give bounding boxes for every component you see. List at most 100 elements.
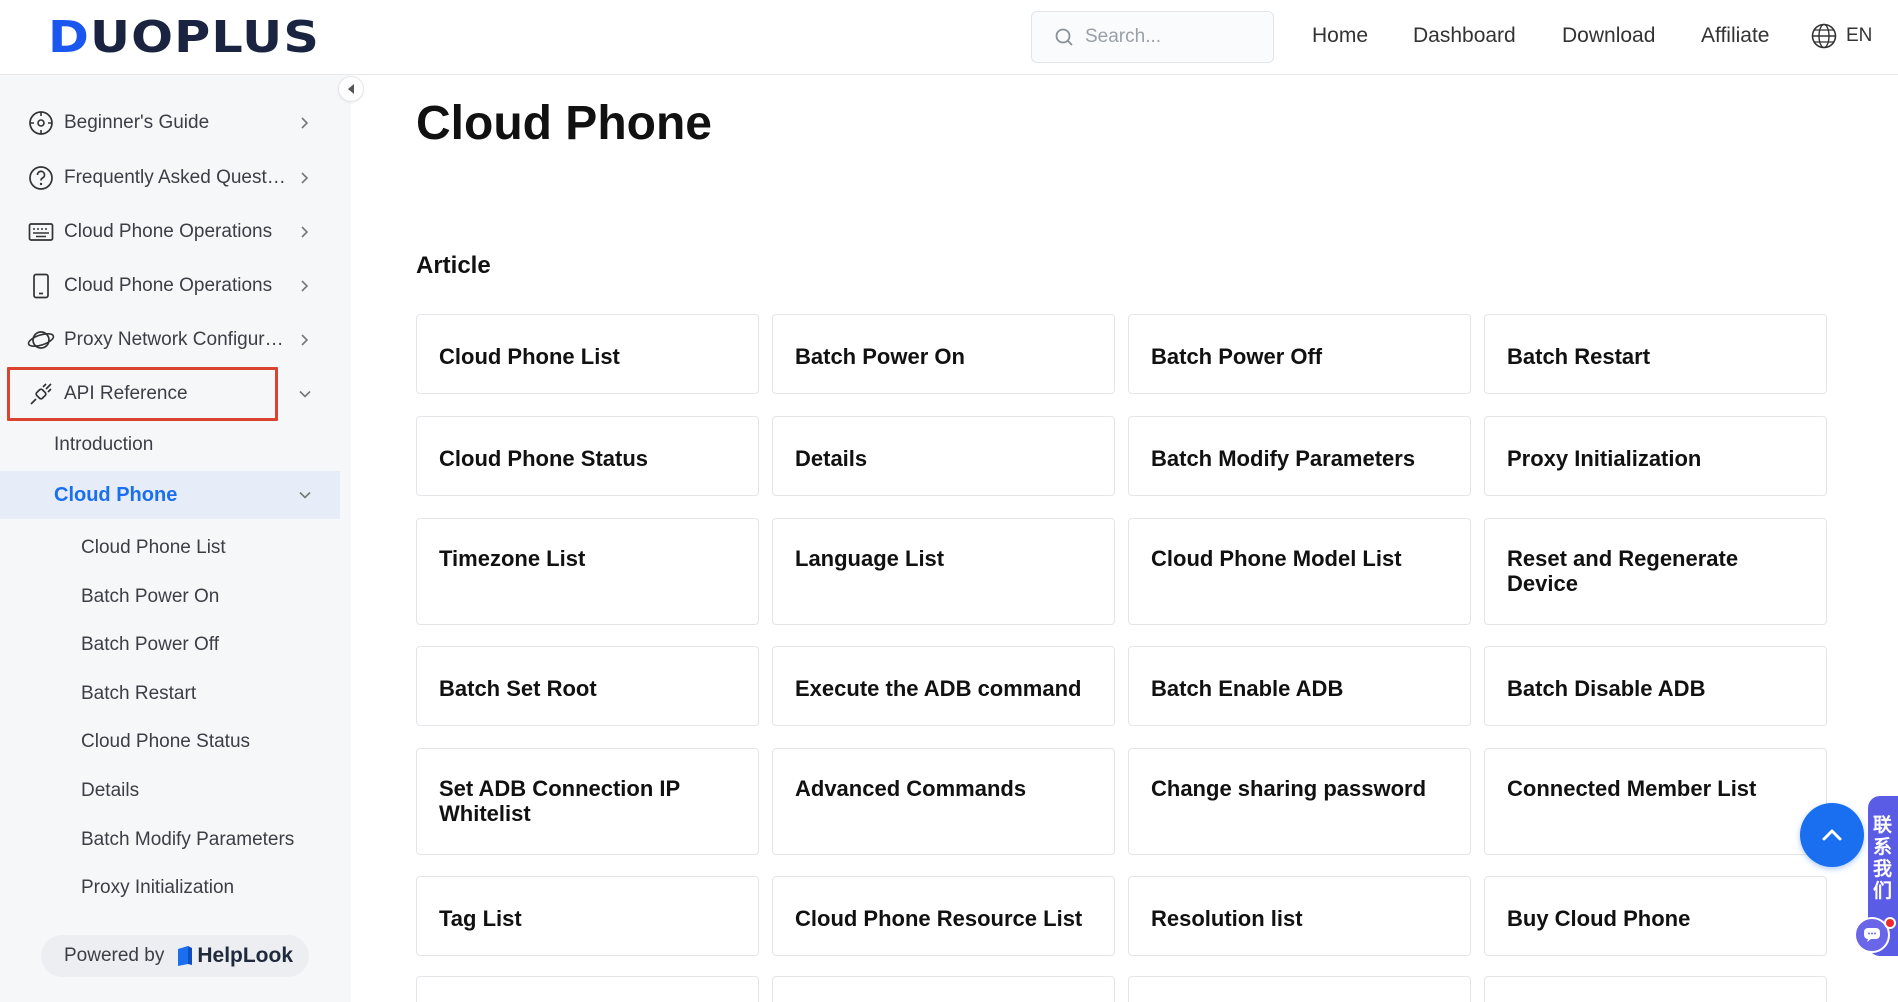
nav-home[interactable]: Home [1312,24,1368,48]
sidebar-item-proxy-network[interactable]: Proxy Network Configuration [0,317,340,363]
article-card[interactable]: Language List [772,518,1115,625]
article-card[interactable]: Reset and Regenerate Device [1484,518,1827,625]
nav-download[interactable]: Download [1562,24,1655,48]
sidebar-item-faq[interactable]: Frequently Asked Questions [0,155,340,201]
article-card-title: Batch Modify Parameters [1151,446,1416,471]
article-card-title: Details [795,446,868,471]
sidebar-item-cloud-phone-operations-mobile[interactable]: Cloud Phone Operations [0,263,340,309]
powered-by-label: Powered by [64,945,165,966]
article-card[interactable]: Advanced Commands [772,748,1115,855]
sidebar-item-label: Frequently Asked Questions [64,167,286,188]
article-card-title: Cloud Phone Resource List [795,906,1083,931]
article-card[interactable]: Proxy Initialization [1484,416,1827,496]
article-card-title: Timezone List [439,546,586,571]
article-card-title: Batch Restart [1507,344,1651,369]
article-card[interactable]: Cloud Phone List [416,314,759,394]
duoplus-logo[interactable]: DUOPLUS [48,11,319,63]
top-header: DUOPLUS Search... Home Dashboard Downloa… [0,0,1898,75]
nav-affiliate[interactable]: Affiliate [1701,24,1770,48]
sidebar-item-cloud-phone-operations-desktop[interactable]: Cloud Phone Operations [0,209,340,255]
article-card[interactable]: Batch Disable ADB [1484,646,1827,726]
article-card[interactable]: Cloud Phone Model List [1128,518,1471,625]
sidebar-sub-introduction[interactable]: Introduction [0,421,340,469]
article-card-title: Execute the ADB command [795,676,1082,701]
article-card[interactable]: Connected Member List [1484,748,1827,855]
globe-icon [1811,23,1837,49]
sidebar-item-beginners-guide[interactable]: Beginner's Guide [0,100,340,146]
logo-first-letter: D [48,11,91,63]
article-card[interactable]: Details [772,416,1115,496]
article-card[interactable]: Batch Power On [772,314,1115,394]
article-card-title: Batch Disable ADB [1507,676,1706,701]
article-card[interactable]: Cloud Phone Status [416,416,759,496]
sidebar-leaf-cloud-phone-list[interactable]: Cloud Phone List [81,537,226,559]
section-title-article: Article [416,252,491,279]
scroll-to-top-button[interactable] [1800,803,1864,867]
article-card[interactable]: Buy Cloud Phone [1484,876,1827,956]
chat-icon [1864,928,1880,942]
article-card-title: Buy Cloud Phone [1507,906,1691,931]
contact-us-label: 联系我们 [1873,814,1893,902]
article-card-partial[interactable] [1484,976,1827,1002]
search-box[interactable]: Search... [1031,11,1274,63]
article-card-title: Cloud Phone Status [439,446,648,471]
article-card[interactable]: Timezone List [416,518,759,625]
sidebar-item-label: Cloud Phone Operations [64,275,273,296]
api-reference-highlight [7,367,278,421]
article-card[interactable]: Batch Enable ADB [1128,646,1471,726]
sidebar-sub-label: Cloud Phone [54,483,178,506]
language-label: EN [1846,25,1873,46]
article-card[interactable]: Change sharing password [1128,748,1471,855]
helplook-logo: HelpLook [176,944,293,968]
planet-icon [27,326,55,354]
sidebar-leaf-cloud-phone-status[interactable]: Cloud Phone Status [81,731,250,753]
helplook-brand: HelpLook [197,944,294,967]
article-card-title: Language List [795,546,945,571]
sidebar-collapse-button[interactable] [338,76,364,102]
notification-dot [1884,917,1896,929]
article-card[interactable]: Execute the ADB command [772,646,1115,726]
chevron-right-icon [301,334,309,346]
sidebar-leaf-batch-power-on[interactable]: Batch Power On [81,586,219,608]
sidebar-leaf-batch-power-off[interactable]: Batch Power Off [81,634,219,656]
logo-rest: UOPLUS [90,11,320,63]
chevron-right-icon [301,280,309,292]
sidebar-sub-cloud-phone[interactable]: Cloud Phone [0,471,340,519]
phone-icon [27,272,55,300]
article-card-title: Cloud Phone Model List [1151,546,1402,571]
sidebar-leaf-details[interactable]: Details [81,780,139,802]
caret-left-icon [348,84,354,94]
sidebar-leaf-batch-modify-parameters[interactable]: Batch Modify Parameters [81,829,294,851]
article-card-title: Cloud Phone List [439,344,620,369]
article-card[interactable]: Batch Power Off [1128,314,1471,394]
helplook-icon [178,946,193,966]
article-card-partial[interactable] [1128,976,1471,1002]
compass-icon [27,109,55,137]
article-card-title: Reset and Regenerate Device [1507,546,1739,596]
powered-by-helplook[interactable]: Powered by HelpLook [41,935,309,977]
article-card-title: Connected Member List [1507,776,1757,801]
article-card[interactable]: Batch Restart [1484,314,1827,394]
article-card[interactable]: Tag List [416,876,759,956]
language-switcher[interactable]: EN [1810,22,1872,50]
article-card[interactable]: Resolution list [1128,876,1471,956]
sidebar-leaf-proxy-initialization[interactable]: Proxy Initialization [81,877,234,899]
nav-dashboard[interactable]: Dashboard [1413,24,1516,48]
chevron-right-icon [301,226,309,238]
article-card-title: Advanced Commands [795,776,1027,801]
article-card-partial[interactable] [416,976,759,1002]
article-card[interactable]: Batch Set Root [416,646,759,726]
chevron-right-icon [301,172,309,184]
page-title: Cloud Phone [416,97,712,150]
article-card-title: Proxy Initialization [1507,446,1702,471]
search-placeholder: Search... [1085,26,1162,47]
keyboard-icon [27,218,55,246]
article-card-title: Batch Enable ADB [1151,676,1344,701]
sidebar-item-label: Cloud Phone Operations [64,221,273,242]
article-card[interactable]: Set ADB Connection IP Whitelist [416,748,759,855]
chevron-down-icon [299,491,311,499]
article-card-partial[interactable] [772,976,1115,1002]
sidebar-leaf-batch-restart[interactable]: Batch Restart [81,683,196,705]
article-card[interactable]: Batch Modify Parameters [1128,416,1471,496]
article-card[interactable]: Cloud Phone Resource List [772,876,1115,956]
